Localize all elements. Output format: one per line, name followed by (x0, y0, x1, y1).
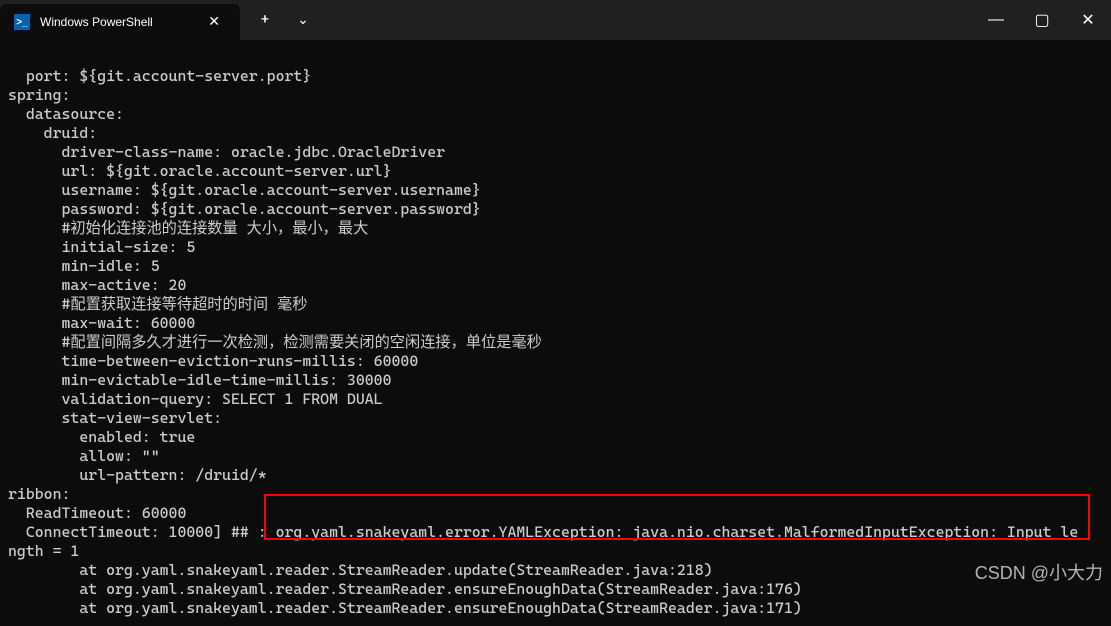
close-window-button[interactable]: ✕ (1065, 0, 1111, 40)
terminal-line: driver-class-name: oracle.jdbc.OracleDri… (8, 143, 445, 161)
new-tab-button[interactable]: + (248, 0, 282, 40)
terminal-line: ngth = 1 (8, 542, 79, 560)
terminal-line: datasource: (8, 105, 124, 123)
terminal-line: enabled: true (8, 428, 195, 446)
tab-title: Windows PowerShell (40, 15, 192, 29)
terminal-line: url: ${git.oracle.account-server.url} (8, 162, 392, 180)
terminal-output[interactable]: port: ${git.account-server.port} spring:… (0, 40, 1111, 626)
terminal-line: allow: "" (8, 447, 160, 465)
terminal-line: min-evictable-idle-time-millis: 30000 (8, 371, 392, 389)
terminal-line: max-wait: 60000 (8, 314, 195, 332)
terminal-line: ConnectTimeout: 10000] ## : org.yaml.sna… (8, 523, 1078, 541)
titlebar-drag-area[interactable] (320, 0, 973, 40)
terminal-line: stat-view-servlet: (8, 409, 222, 427)
tab-close-button[interactable]: ✕ (202, 12, 226, 32)
title-bar: >_ Windows PowerShell ✕ + ⌄ — ▢ ✕ (0, 0, 1111, 40)
terminal-line: time-between-eviction-runs-millis: 60000 (8, 352, 418, 370)
minimize-button[interactable]: — (973, 0, 1019, 40)
terminal-line: port: ${git.account-server.port} (8, 67, 311, 85)
terminal-line: spring: (8, 86, 70, 104)
terminal-line: #初始化连接池的连接数量 大小，最小，最大 (8, 219, 368, 237)
maximize-button[interactable]: ▢ (1019, 0, 1065, 40)
terminal-line: ReadTimeout: 60000 (8, 504, 186, 522)
powershell-icon: >_ (14, 14, 30, 30)
terminal-line: #配置间隔多久才进行一次检测，检测需要关闭的空闲连接，单位是毫秒 (8, 333, 542, 351)
window-controls: — ▢ ✕ (973, 0, 1111, 40)
terminal-line: at org.yaml.snakeyaml.reader.StreamReade… (8, 599, 802, 617)
terminal-line: at org.yaml.snakeyaml.reader.StreamReade… (8, 561, 713, 579)
terminal-tab[interactable]: >_ Windows PowerShell ✕ (0, 4, 240, 40)
terminal-line: druid: (8, 124, 97, 142)
terminal-line: url-pattern: /druid/* (8, 466, 267, 484)
terminal-line: username: ${git.oracle.account-server.us… (8, 181, 481, 199)
terminal-line: password: ${git.oracle.account-server.pa… (8, 200, 481, 218)
terminal-line: #配置获取连接等待超时的时间 毫秒 (8, 295, 307, 313)
terminal-line: validation-query: SELECT 1 FROM DUAL (8, 390, 383, 408)
tab-actions: + ⌄ (240, 0, 320, 40)
watermark: CSDN @小大力 (975, 559, 1103, 585)
terminal-line: at org.yaml.snakeyaml.reader.StreamReade… (8, 580, 802, 598)
terminal-line: min-idle: 5 (8, 257, 160, 275)
terminal-line: ribbon: (8, 485, 70, 503)
terminal-line: initial-size: 5 (8, 238, 195, 256)
tab-dropdown-button[interactable]: ⌄ (286, 0, 320, 40)
terminal-line: max-active: 20 (8, 276, 186, 294)
